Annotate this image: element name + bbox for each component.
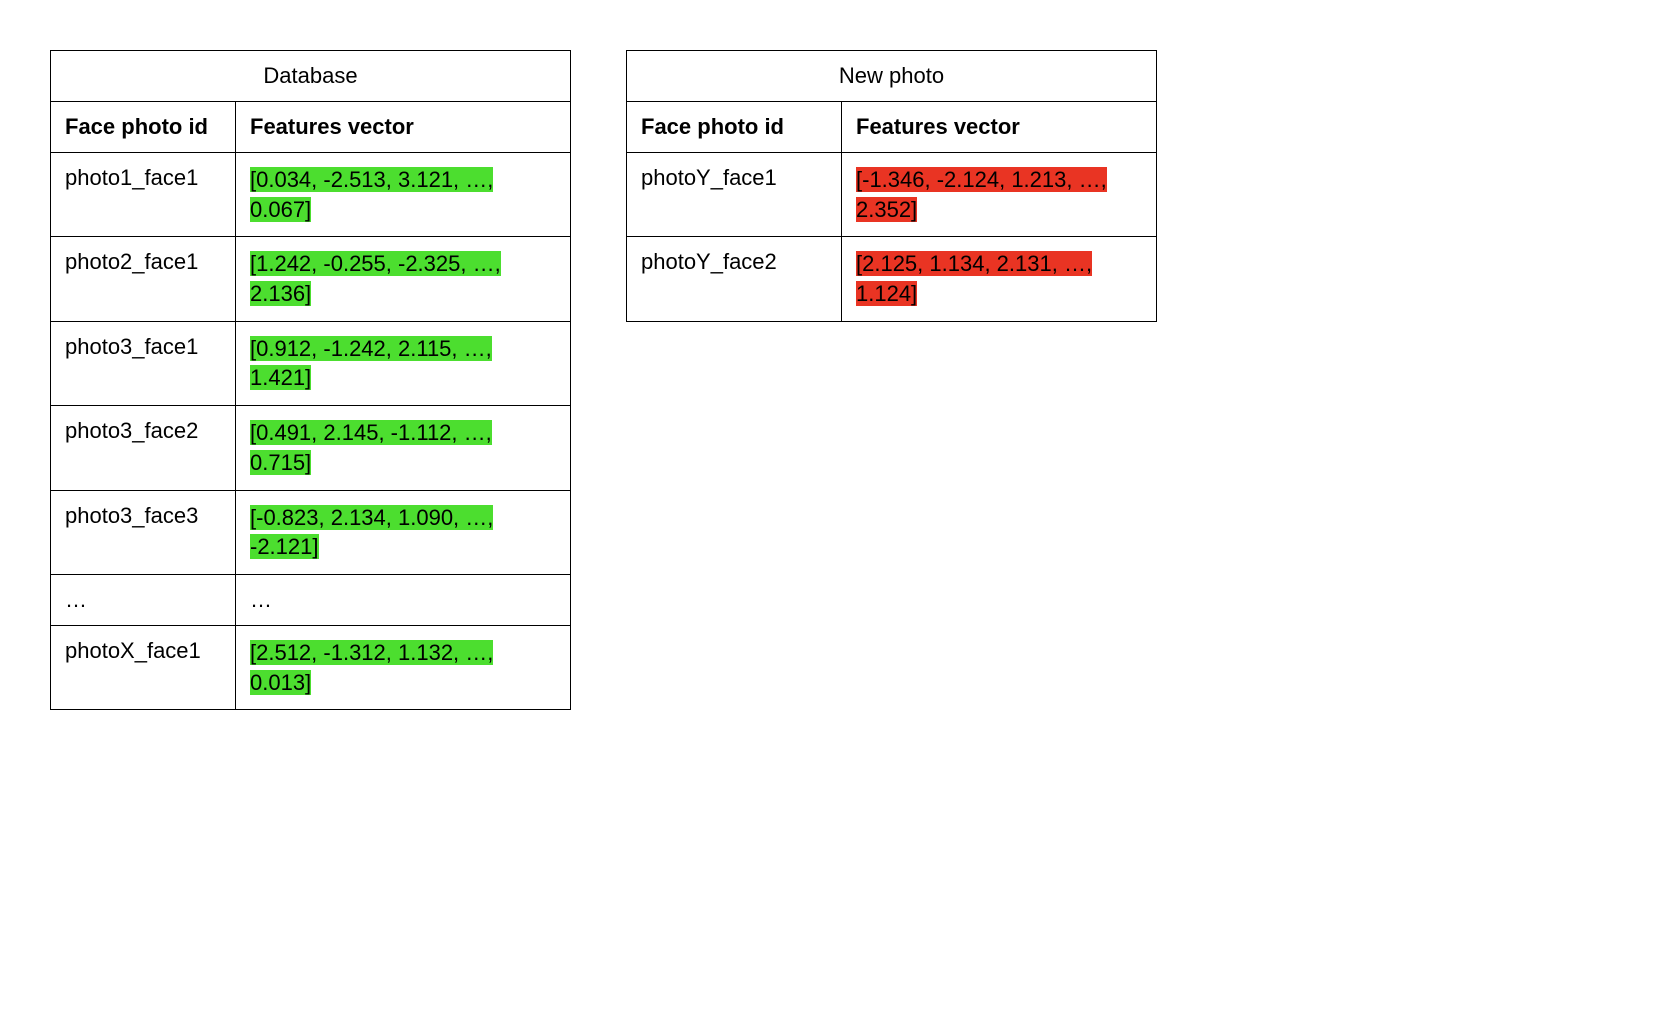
database-title-row: Database xyxy=(51,51,571,102)
face-photo-id: photoY_face1 xyxy=(627,153,842,237)
face-photo-id: photo1_face1 xyxy=(51,153,236,237)
table-row: photoX_face1 [2.512, -1.312, 1.132, …, 0.… xyxy=(51,625,571,709)
table-row: photoY_face1 [-1.346, -2.124, 1.213, …, 2… xyxy=(627,153,1157,237)
newphoto-table: New photo Face photo id Features vector … xyxy=(626,50,1157,322)
face-photo-id: photo2_face1 xyxy=(51,237,236,321)
features-vector: [0.034, -2.513, 3.121, …, 0.067] xyxy=(250,167,493,222)
table-row: photo3_face2 [0.491, 2.145, -1.112, …, 0.… xyxy=(51,406,571,490)
features-vector-cell: [0.034, -2.513, 3.121, …, 0.067] xyxy=(236,153,571,237)
features-vector: [-1.346, -2.124, 1.213, …, 2.352] xyxy=(856,167,1107,222)
table-row: photo3_face3 [-0.823, 2.134, 1.090, …, -2… xyxy=(51,490,571,574)
features-vector: [-0.823, 2.134, 1.090, …, -2.121] xyxy=(250,505,493,560)
tables-container: Database Face photo id Features vector p… xyxy=(50,50,1616,710)
database-header-id: Face photo id xyxy=(51,102,236,153)
table-row: photo2_face1 [1.242, -0.255, -2.325, …, 2… xyxy=(51,237,571,321)
database-header-row: Face photo id Features vector xyxy=(51,102,571,153)
features-vector: [0.491, 2.145, -1.112, …, 0.715] xyxy=(250,420,492,475)
newphoto-header-vector: Features vector xyxy=(842,102,1157,153)
table-row: photo1_face1 [0.034, -2.513, 3.121, …, 0.… xyxy=(51,153,571,237)
newphoto-title: New photo xyxy=(627,51,1157,102)
features-vector-cell: [-0.823, 2.134, 1.090, …, -2.121] xyxy=(236,490,571,574)
features-vector-cell: [1.242, -0.255, -2.325, …, 2.136] xyxy=(236,237,571,321)
features-vector-cell: [-1.346, -2.124, 1.213, …, 2.352] xyxy=(842,153,1157,237)
features-vector-cell: … xyxy=(236,574,571,625)
features-vector-cell: [2.512, -1.312, 1.132, …, 0.013] xyxy=(236,625,571,709)
features-vector: [1.242, -0.255, -2.325, …, 2.136] xyxy=(250,251,501,306)
table-row: …… xyxy=(51,574,571,625)
face-photo-id: … xyxy=(51,574,236,625)
features-vector-cell: [2.125, 1.134, 2.131, …, 1.124] xyxy=(842,237,1157,321)
features-vector: [2.512, -1.312, 1.132, …, 0.013] xyxy=(250,640,493,695)
database-header-vector: Features vector xyxy=(236,102,571,153)
face-photo-id: photoX_face1 xyxy=(51,625,236,709)
table-row: photoY_face2 [2.125, 1.134, 2.131, …, 1.1… xyxy=(627,237,1157,321)
features-vector-cell: [0.491, 2.145, -1.112, …, 0.715] xyxy=(236,406,571,490)
newphoto-header-row: Face photo id Features vector xyxy=(627,102,1157,153)
face-photo-id: photo3_face3 xyxy=(51,490,236,574)
face-photo-id: photo3_face2 xyxy=(51,406,236,490)
features-vector: [0.912, -1.242, 2.115, …, 1.421] xyxy=(250,336,492,391)
database-table: Database Face photo id Features vector p… xyxy=(50,50,571,710)
face-photo-id: photo3_face1 xyxy=(51,321,236,405)
newphoto-header-id: Face photo id xyxy=(627,102,842,153)
features-vector-cell: [0.912, -1.242, 2.115, …, 1.421] xyxy=(236,321,571,405)
table-row: photo3_face1 [0.912, -1.242, 2.115, …, 1.… xyxy=(51,321,571,405)
face-photo-id: photoY_face2 xyxy=(627,237,842,321)
features-vector: [2.125, 1.134, 2.131, …, 1.124] xyxy=(856,251,1092,306)
database-title: Database xyxy=(51,51,571,102)
newphoto-title-row: New photo xyxy=(627,51,1157,102)
